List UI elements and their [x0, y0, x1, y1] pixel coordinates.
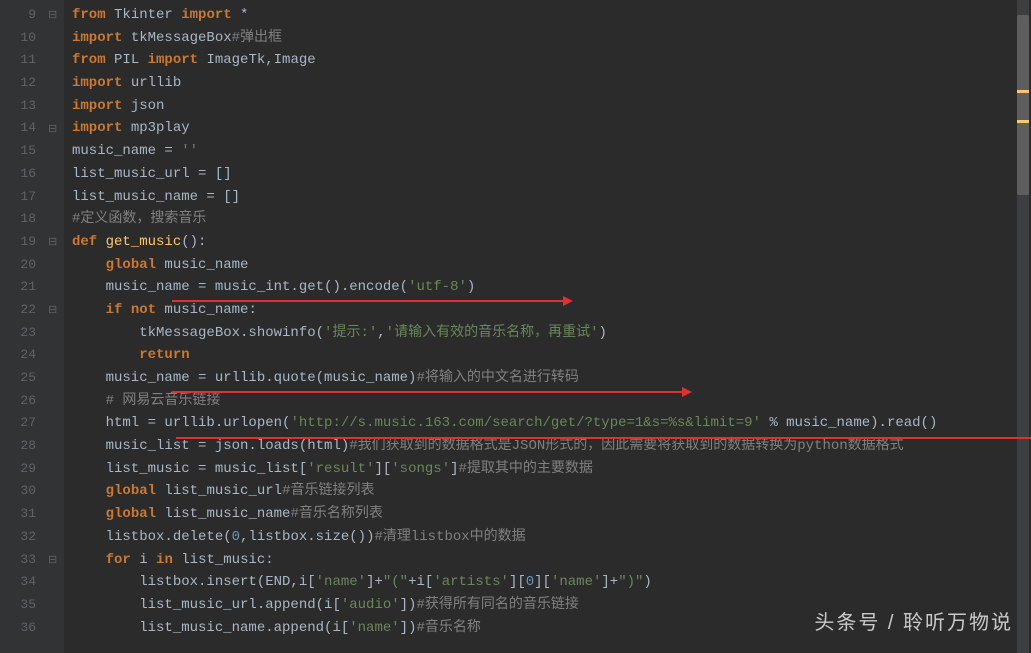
line-number: 19	[12, 231, 36, 254]
fold-toggle-icon[interactable]: ⊟	[48, 553, 57, 567]
scrollbar-thumb[interactable]	[1017, 15, 1029, 195]
fold-toggle-icon[interactable]: ⊟	[48, 8, 57, 22]
fold-toggle-icon[interactable]: ⊟	[48, 122, 57, 136]
code-area[interactable]: from Tkinter import *import tkMessageBox…	[64, 0, 1031, 653]
fold-column: ⊟ ⊟ ⊟ ⊟ ⊟	[44, 0, 64, 653]
code-line[interactable]: music_name = urllib.quote(music_name)#将输…	[72, 367, 1031, 390]
line-number: 11	[12, 49, 36, 72]
line-number: 25	[12, 367, 36, 390]
line-number: 34	[12, 571, 36, 594]
code-line[interactable]: music_name = ''	[72, 140, 1031, 163]
code-line[interactable]: #定义函数，搜索音乐	[72, 208, 1031, 231]
line-number: 17	[12, 186, 36, 209]
code-line[interactable]: tkMessageBox.showinfo('提示:','请输入有效的音乐名称，…	[72, 322, 1031, 345]
line-number: 15	[12, 140, 36, 163]
line-number: 9	[12, 4, 36, 27]
fold-toggle-icon[interactable]: ⊟	[48, 235, 57, 249]
code-line[interactable]: html = urllib.urlopen('http://s.music.16…	[72, 412, 1031, 435]
gutter-mark	[1017, 90, 1029, 93]
line-number: 23	[12, 322, 36, 345]
line-number: 28	[12, 435, 36, 458]
line-number: 21	[12, 276, 36, 299]
annotation-arrow	[176, 437, 1031, 439]
line-number: 24	[12, 344, 36, 367]
code-line[interactable]: list_music = music_list['result']['songs…	[72, 458, 1031, 481]
code-line[interactable]: import urllib	[72, 72, 1031, 95]
line-number: 18	[12, 208, 36, 231]
annotation-arrow	[172, 300, 565, 302]
line-gutter: 9101112131415161718192021222324252627282…	[0, 0, 44, 653]
line-number: 27	[12, 412, 36, 435]
code-line[interactable]: from Tkinter import *	[72, 4, 1031, 27]
code-line[interactable]: for i in list_music:	[72, 549, 1031, 572]
code-line[interactable]: listbox.insert(END,i['name']+"("+i['arti…	[72, 571, 1031, 594]
code-line[interactable]: return	[72, 344, 1031, 367]
gutter-mark	[1017, 120, 1029, 123]
line-number: 13	[12, 95, 36, 118]
code-line[interactable]: music_name = music_int.get().encode('utf…	[72, 276, 1031, 299]
code-line[interactable]: listbox.delete(0,listbox.size())#清理listb…	[72, 526, 1031, 549]
line-number: 12	[12, 72, 36, 95]
line-number: 32	[12, 526, 36, 549]
line-number: 16	[12, 163, 36, 186]
code-editor: 9101112131415161718192021222324252627282…	[0, 0, 1031, 653]
fold-toggle-icon[interactable]: ⊟	[48, 303, 57, 317]
code-line[interactable]: def get_music():	[72, 231, 1031, 254]
line-number: 29	[12, 458, 36, 481]
line-number: 36	[12, 617, 36, 640]
code-line[interactable]: list_music_name = []	[72, 186, 1031, 209]
code-line[interactable]: global list_music_name#音乐名称列表	[72, 503, 1031, 526]
line-number: 26	[12, 390, 36, 413]
line-number: 14	[12, 117, 36, 140]
line-number: 30	[12, 480, 36, 503]
code-line[interactable]: from PIL import ImageTk,Image	[72, 49, 1031, 72]
line-number: 31	[12, 503, 36, 526]
line-number: 35	[12, 594, 36, 617]
code-line[interactable]: global music_name	[72, 254, 1031, 277]
line-number: 22	[12, 299, 36, 322]
watermark-text: 头条号 / 聆听万物说	[814, 606, 1013, 635]
code-line[interactable]: list_music_url = []	[72, 163, 1031, 186]
code-line[interactable]: import tkMessageBox#弹出框	[72, 27, 1031, 50]
annotation-arrow	[172, 391, 684, 393]
code-line[interactable]: if not music_name:	[72, 299, 1031, 322]
line-number: 20	[12, 254, 36, 277]
line-number: 10	[12, 27, 36, 50]
line-number: 33	[12, 549, 36, 572]
code-line[interactable]: global list_music_url#音乐链接列表	[72, 480, 1031, 503]
code-line[interactable]: import mp3play	[72, 117, 1031, 140]
code-line[interactable]: # 网易云音乐链接	[72, 390, 1031, 413]
code-line[interactable]: import json	[72, 95, 1031, 118]
